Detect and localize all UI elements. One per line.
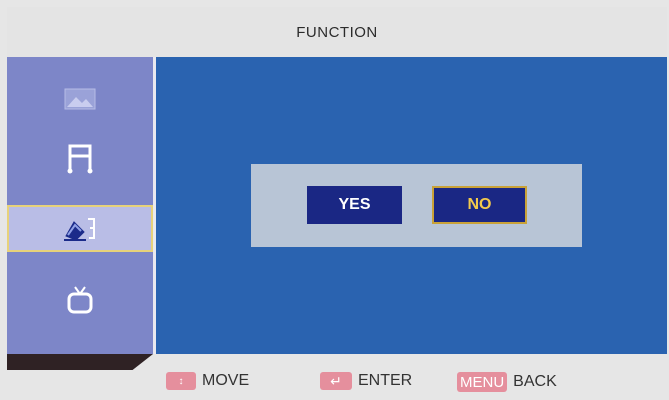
sidebar-item-function[interactable] <box>7 205 153 252</box>
confirm-dialog: YES NO <box>251 164 582 247</box>
hint-back: MENU BACK <box>457 372 557 392</box>
page-title: FUNCTION <box>296 23 378 41</box>
hint-enter-label: ENTER <box>358 372 413 389</box>
hint-move-label: MOVE <box>202 372 250 389</box>
enter-key-icon: ↵ <box>320 372 352 390</box>
osd-screen: FUNCTION YES NO ↕ MOVE ↵ ENTER MENU BACK <box>0 0 669 400</box>
no-button[interactable]: NO <box>432 186 527 224</box>
sidebar-item-picture[interactable] <box>7 79 153 119</box>
function-settings-icon <box>64 217 95 241</box>
yes-button[interactable]: YES <box>307 186 402 224</box>
sidebar-footer-strip <box>7 354 153 370</box>
hint-back-label: BACK <box>513 373 557 390</box>
music-note-icon <box>67 144 93 174</box>
sidebar-item-audio[interactable] <box>7 131 153 183</box>
picture-icon <box>64 88 96 110</box>
move-key-icon: ↕ <box>166 372 196 390</box>
hint-enter: ↵ ENTER <box>320 372 412 390</box>
sidebar <box>7 57 156 354</box>
sidebar-item-tv[interactable] <box>7 275 153 325</box>
menu-header: FUNCTION <box>7 7 667 57</box>
hint-move: ↕ MOVE <box>166 372 249 390</box>
hint-bar: ↕ MOVE ↵ ENTER MENU BACK <box>156 364 667 400</box>
main-panel: YES NO <box>156 57 667 354</box>
menu-key-icon: MENU <box>457 372 508 392</box>
tv-icon <box>67 286 93 314</box>
